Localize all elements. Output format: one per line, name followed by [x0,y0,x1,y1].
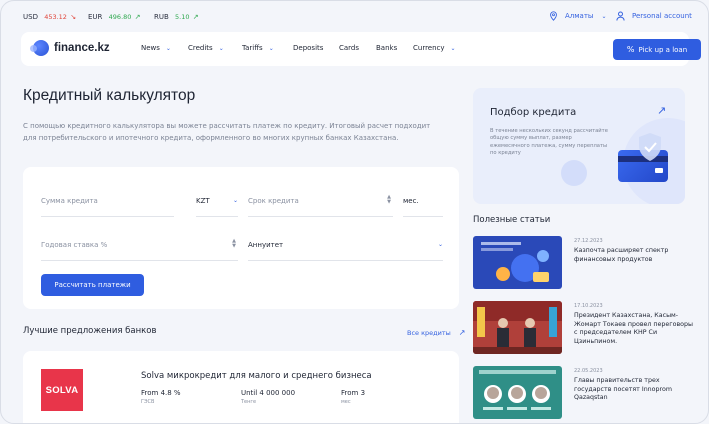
select-value: KZT [196,197,210,205]
currency-select[interactable]: KZT ⌄ [196,197,238,217]
best-offers-title: Лучшие предложения банков [23,326,157,336]
placeholder: Годовая ставка % [41,241,108,249]
chevron-down-icon: ⌄ [218,44,224,52]
stat-caption: ГЭСВ [141,399,155,405]
stat-value: From 4.8 % [141,389,181,397]
calculate-button[interactable]: Рассчитать платежи [41,274,144,296]
percent-icon: % [626,45,635,54]
offer-rate: From 4.8 % ГЭСВ [141,389,181,405]
arrow-down-icon: ↘ [70,13,77,21]
arrow-up-icon: ↗ [134,13,141,21]
city-selector[interactable]: Алматы ⌄ [549,11,606,21]
annual-rate-input[interactable]: Годовая ставка % ▲ ▼ [41,239,238,261]
logo[interactable]: finance.kz [30,40,110,56]
rate-eur: EUR 496.80 ↗ [88,13,141,21]
chevron-down-icon: ⌄ [437,241,443,248]
chevron-down-icon: ⌄ [450,44,456,52]
chevron-down-icon: ⌄ [268,44,274,52]
rate-value: 496.80 [108,13,132,21]
account-label: Personal account [632,12,692,20]
promo-title: Подбор кредита [490,107,577,118]
logo-text: finance.kz [54,42,110,54]
loan-amount-input[interactable]: Сумма кредита [41,197,174,217]
user-icon [616,11,625,21]
offer-amount: Until 4 000 000 Тенге [241,389,295,405]
article-date: 22.05.2023 [574,368,603,374]
logo-icon [30,40,49,56]
page-description: С помощью кредитного калькулятора вы мож… [23,122,431,142]
rate-code: EUR [88,13,103,21]
rate-rub: RUB 5.10 ↗ [154,13,199,21]
rate-code: RUB [154,13,169,21]
bank-logo: SOLVA [41,369,83,411]
offer-term: From 3 мес [341,389,365,405]
rate-usd: USD 453.12 ↘ [23,13,76,21]
nav-item-deposits[interactable]: Deposits [293,44,323,52]
shield-check-icon [639,133,661,161]
page: USD 453.12 ↘ EUR 496.80 ↗ RUB 5.10 ↗ Алм… [0,0,709,424]
nav-item-cards[interactable]: Cards [339,44,359,52]
rate-value: 5.10 [175,13,190,21]
article-title: Главы правительств трех государств посет… [574,377,672,401]
arrow-up-right-icon: ↗ [458,328,466,337]
credit-calculator: Сумма кредита KZT ⌄ Срок кредита ▲ ▼ мес.… [23,167,459,309]
article-thumbnail [473,366,562,419]
nav-label: Tariffs [242,44,263,52]
stat-caption: Тенге [241,399,257,405]
chevron-down-icon: ⌄ [232,197,238,204]
main-nav: finance.kz News ⌄ Credits ⌄ Tariffs ⌄ Depos… [21,32,701,66]
nav-label: News [141,44,160,52]
rate-value: 453.12 [44,13,67,21]
stat-caption: мес [341,399,351,405]
arrow-up-right-icon[interactable]: ↗ [657,104,666,117]
article-thumbnail [473,301,562,354]
nav-item-currency[interactable]: Currency ⌄ [413,44,456,52]
button-label: Pick up a loan [638,45,688,54]
stat-value: Until 4 000 000 [241,389,296,397]
page-title: Кредитный калькулятор [23,87,196,104]
city-label: Алматы [565,12,594,20]
unit-label: мес. [403,197,419,205]
nav-item-credits[interactable]: Credits ⌄ [188,44,224,52]
article-title: Казпочта расширяет спектр финансовых про… [574,247,669,263]
personal-account-link[interactable]: Personal account [616,11,692,21]
location-pin-icon [550,11,557,21]
payment-type-select[interactable]: Аннуитет ⌄ [248,241,443,261]
nav-label: Deposits [293,44,324,52]
top-bar: USD 453.12 ↘ EUR 496.80 ↗ RUB 5.10 ↗ Алм… [1,1,708,31]
decor-blob [561,160,587,186]
nav-item-tariffs[interactable]: Tariffs ⌄ [242,44,274,52]
placeholder: Срок кредита [248,197,299,205]
nav-item-news[interactable]: News ⌄ [141,44,171,52]
nav-label: Banks [376,44,398,52]
stepper-icon[interactable]: ▲ ▼ [387,195,391,205]
article-date: 27.12.2023 [574,238,603,244]
arrow-up-icon: ↗ [192,13,199,21]
article-title: Президент Казахстана, Касым-Жомарт Токае… [574,312,693,345]
offer-title: Solva микрокредит для малого и среднего … [141,371,372,381]
offer-card[interactable]: SOLVA Solva микрокредит для малого и сре… [23,351,459,423]
loan-term-input[interactable]: Срок кредита ▲ ▼ [248,195,393,217]
select-value: Аннуитет [248,241,284,249]
all-credits-link[interactable]: Все кредиты ↗ [407,328,466,337]
chevron-down-icon: ⌄ [601,12,607,20]
article-date: 17.10.2023 [574,303,603,309]
credit-selection-promo[interactable]: Подбор кредита В течение нескольких секу… [473,88,685,204]
nav-label: Cards [339,44,360,52]
rate-code: USD [23,13,38,21]
articles-title: Полезные статьи [473,215,551,225]
placeholder: Сумма кредита [41,197,98,205]
pick-up-loan-button[interactable]: % Pick up a loan [613,39,701,60]
term-unit: мес. [403,197,443,217]
nav-label: Credits [188,44,213,52]
stepper-icon[interactable]: ▲ ▼ [232,239,236,249]
chevron-down-icon: ⌄ [165,44,171,52]
nav-item-banks[interactable]: Banks [376,44,397,52]
promo-text: В течение нескольких секунд рассчитайте … [490,128,608,156]
nav-label: Currency [413,44,445,52]
link-label: Все кредиты [407,328,451,337]
stat-value: From 3 [341,389,366,397]
article-thumbnail [473,236,562,289]
